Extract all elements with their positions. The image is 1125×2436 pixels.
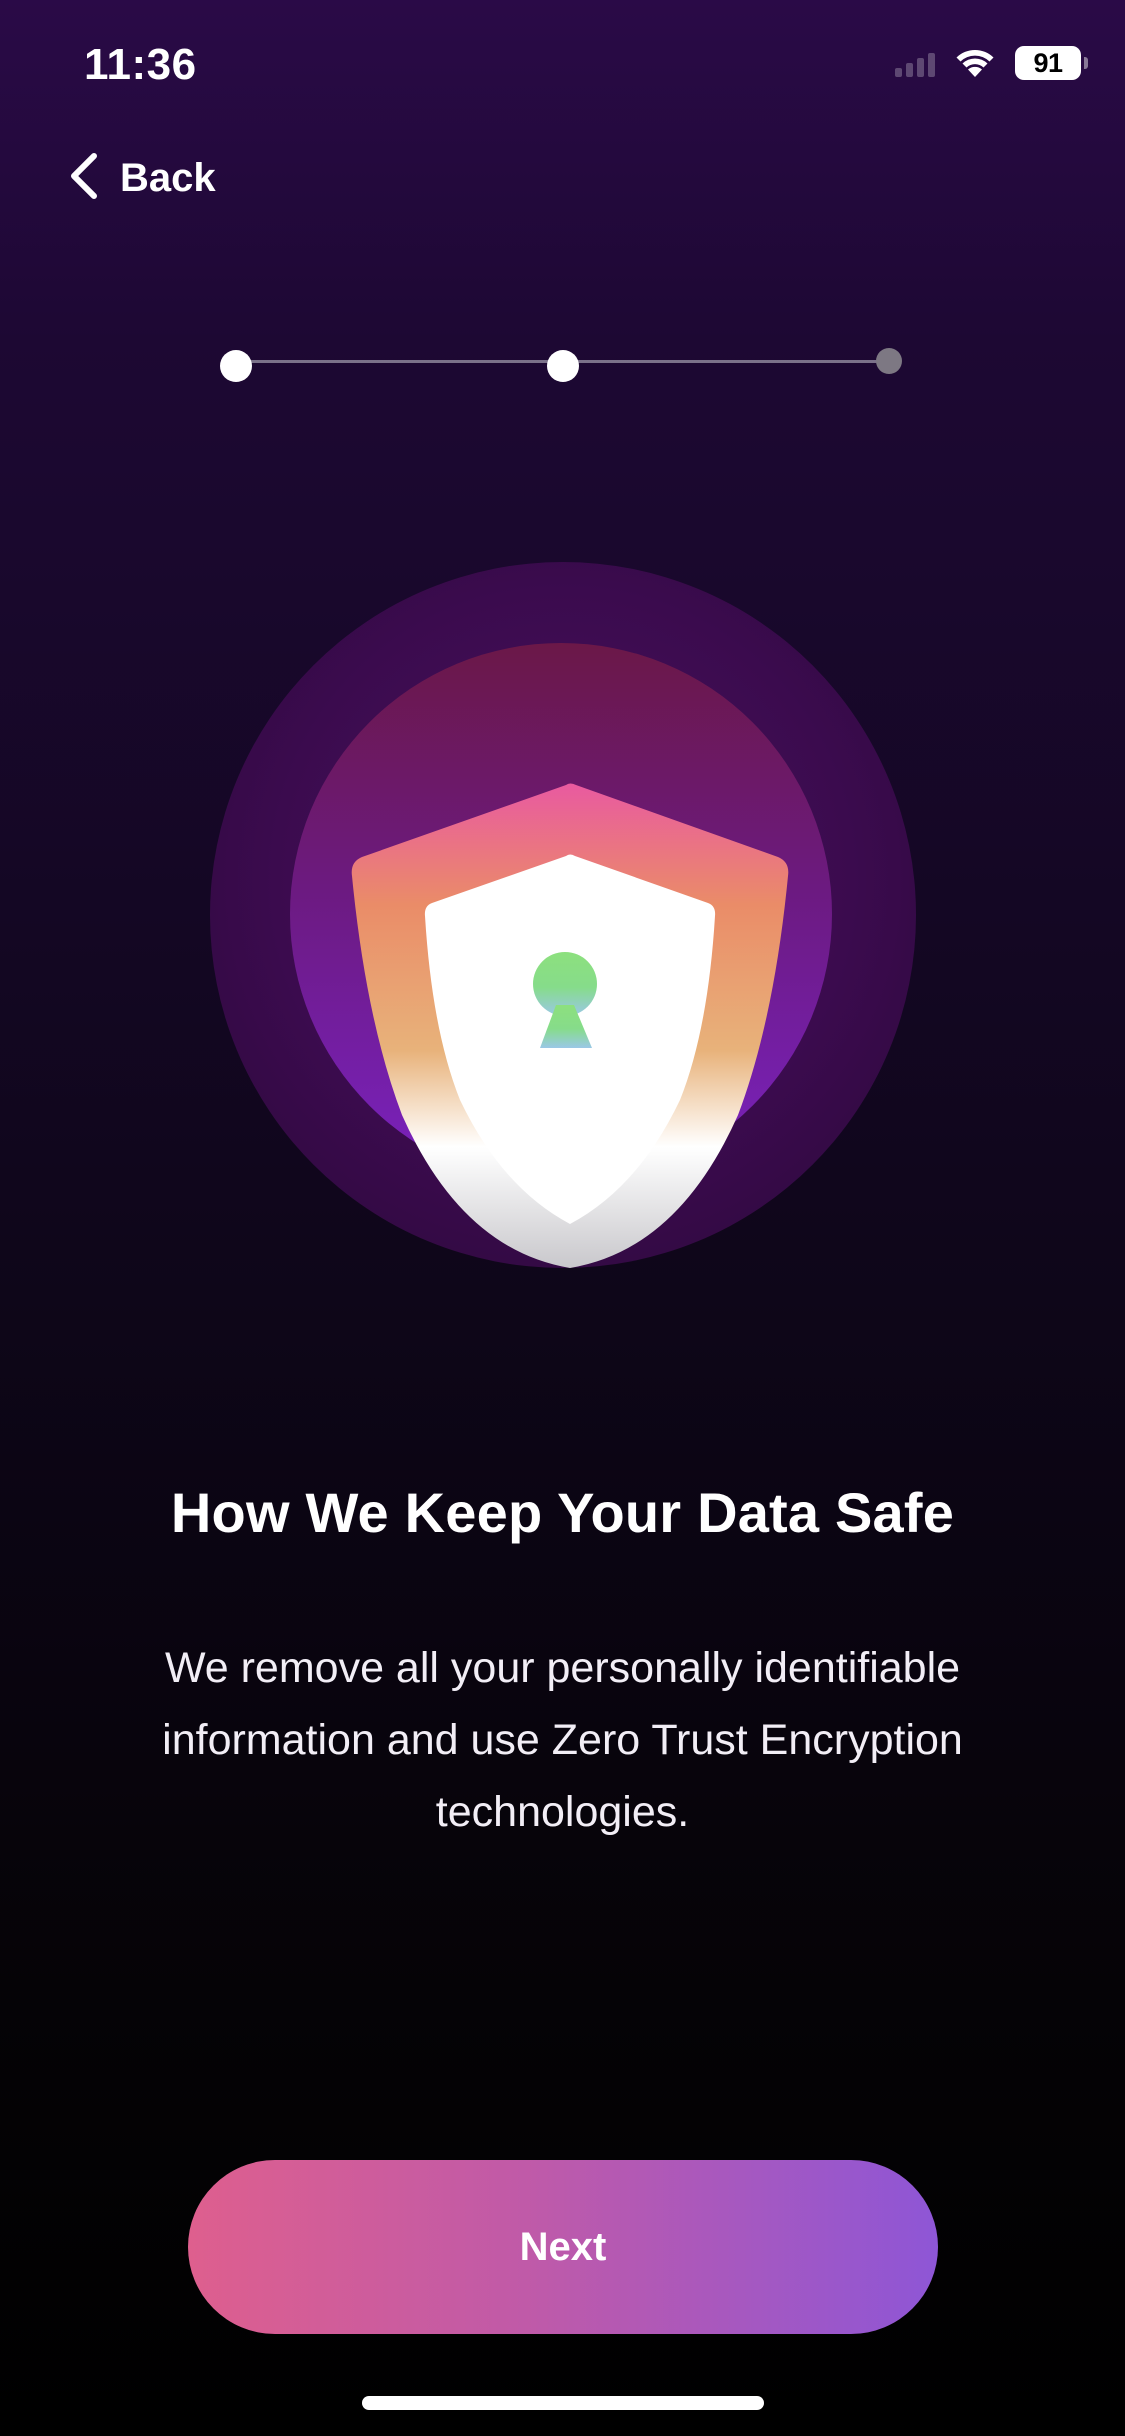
status-icons: 91 <box>895 46 1088 80</box>
shield-icon <box>351 783 789 1268</box>
back-button[interactable]: Back <box>66 150 216 207</box>
battery-icon: 91 <box>1015 46 1088 80</box>
back-label: Back <box>120 156 216 200</box>
step-2-dot <box>547 350 579 382</box>
status-bar: 11:36 91 <box>0 0 1125 140</box>
next-button[interactable]: Next <box>188 2160 938 2334</box>
onboarding-stepper <box>220 340 902 400</box>
home-indicator[interactable] <box>362 2396 764 2410</box>
signal-icon <box>895 49 935 77</box>
battery-level: 91 <box>1033 47 1063 78</box>
wifi-icon <box>953 46 997 80</box>
step-1-dot <box>220 350 252 382</box>
status-time: 11:36 <box>84 40 197 89</box>
chevron-left-icon <box>66 150 102 207</box>
step-3-dot <box>876 348 902 374</box>
page-description: We remove all your personally identifiab… <box>162 1644 963 1836</box>
next-button-label: Next <box>519 2224 607 2269</box>
page-title: How We Keep Your Data Safe <box>170 1481 955 1544</box>
security-illustration <box>208 560 918 1280</box>
